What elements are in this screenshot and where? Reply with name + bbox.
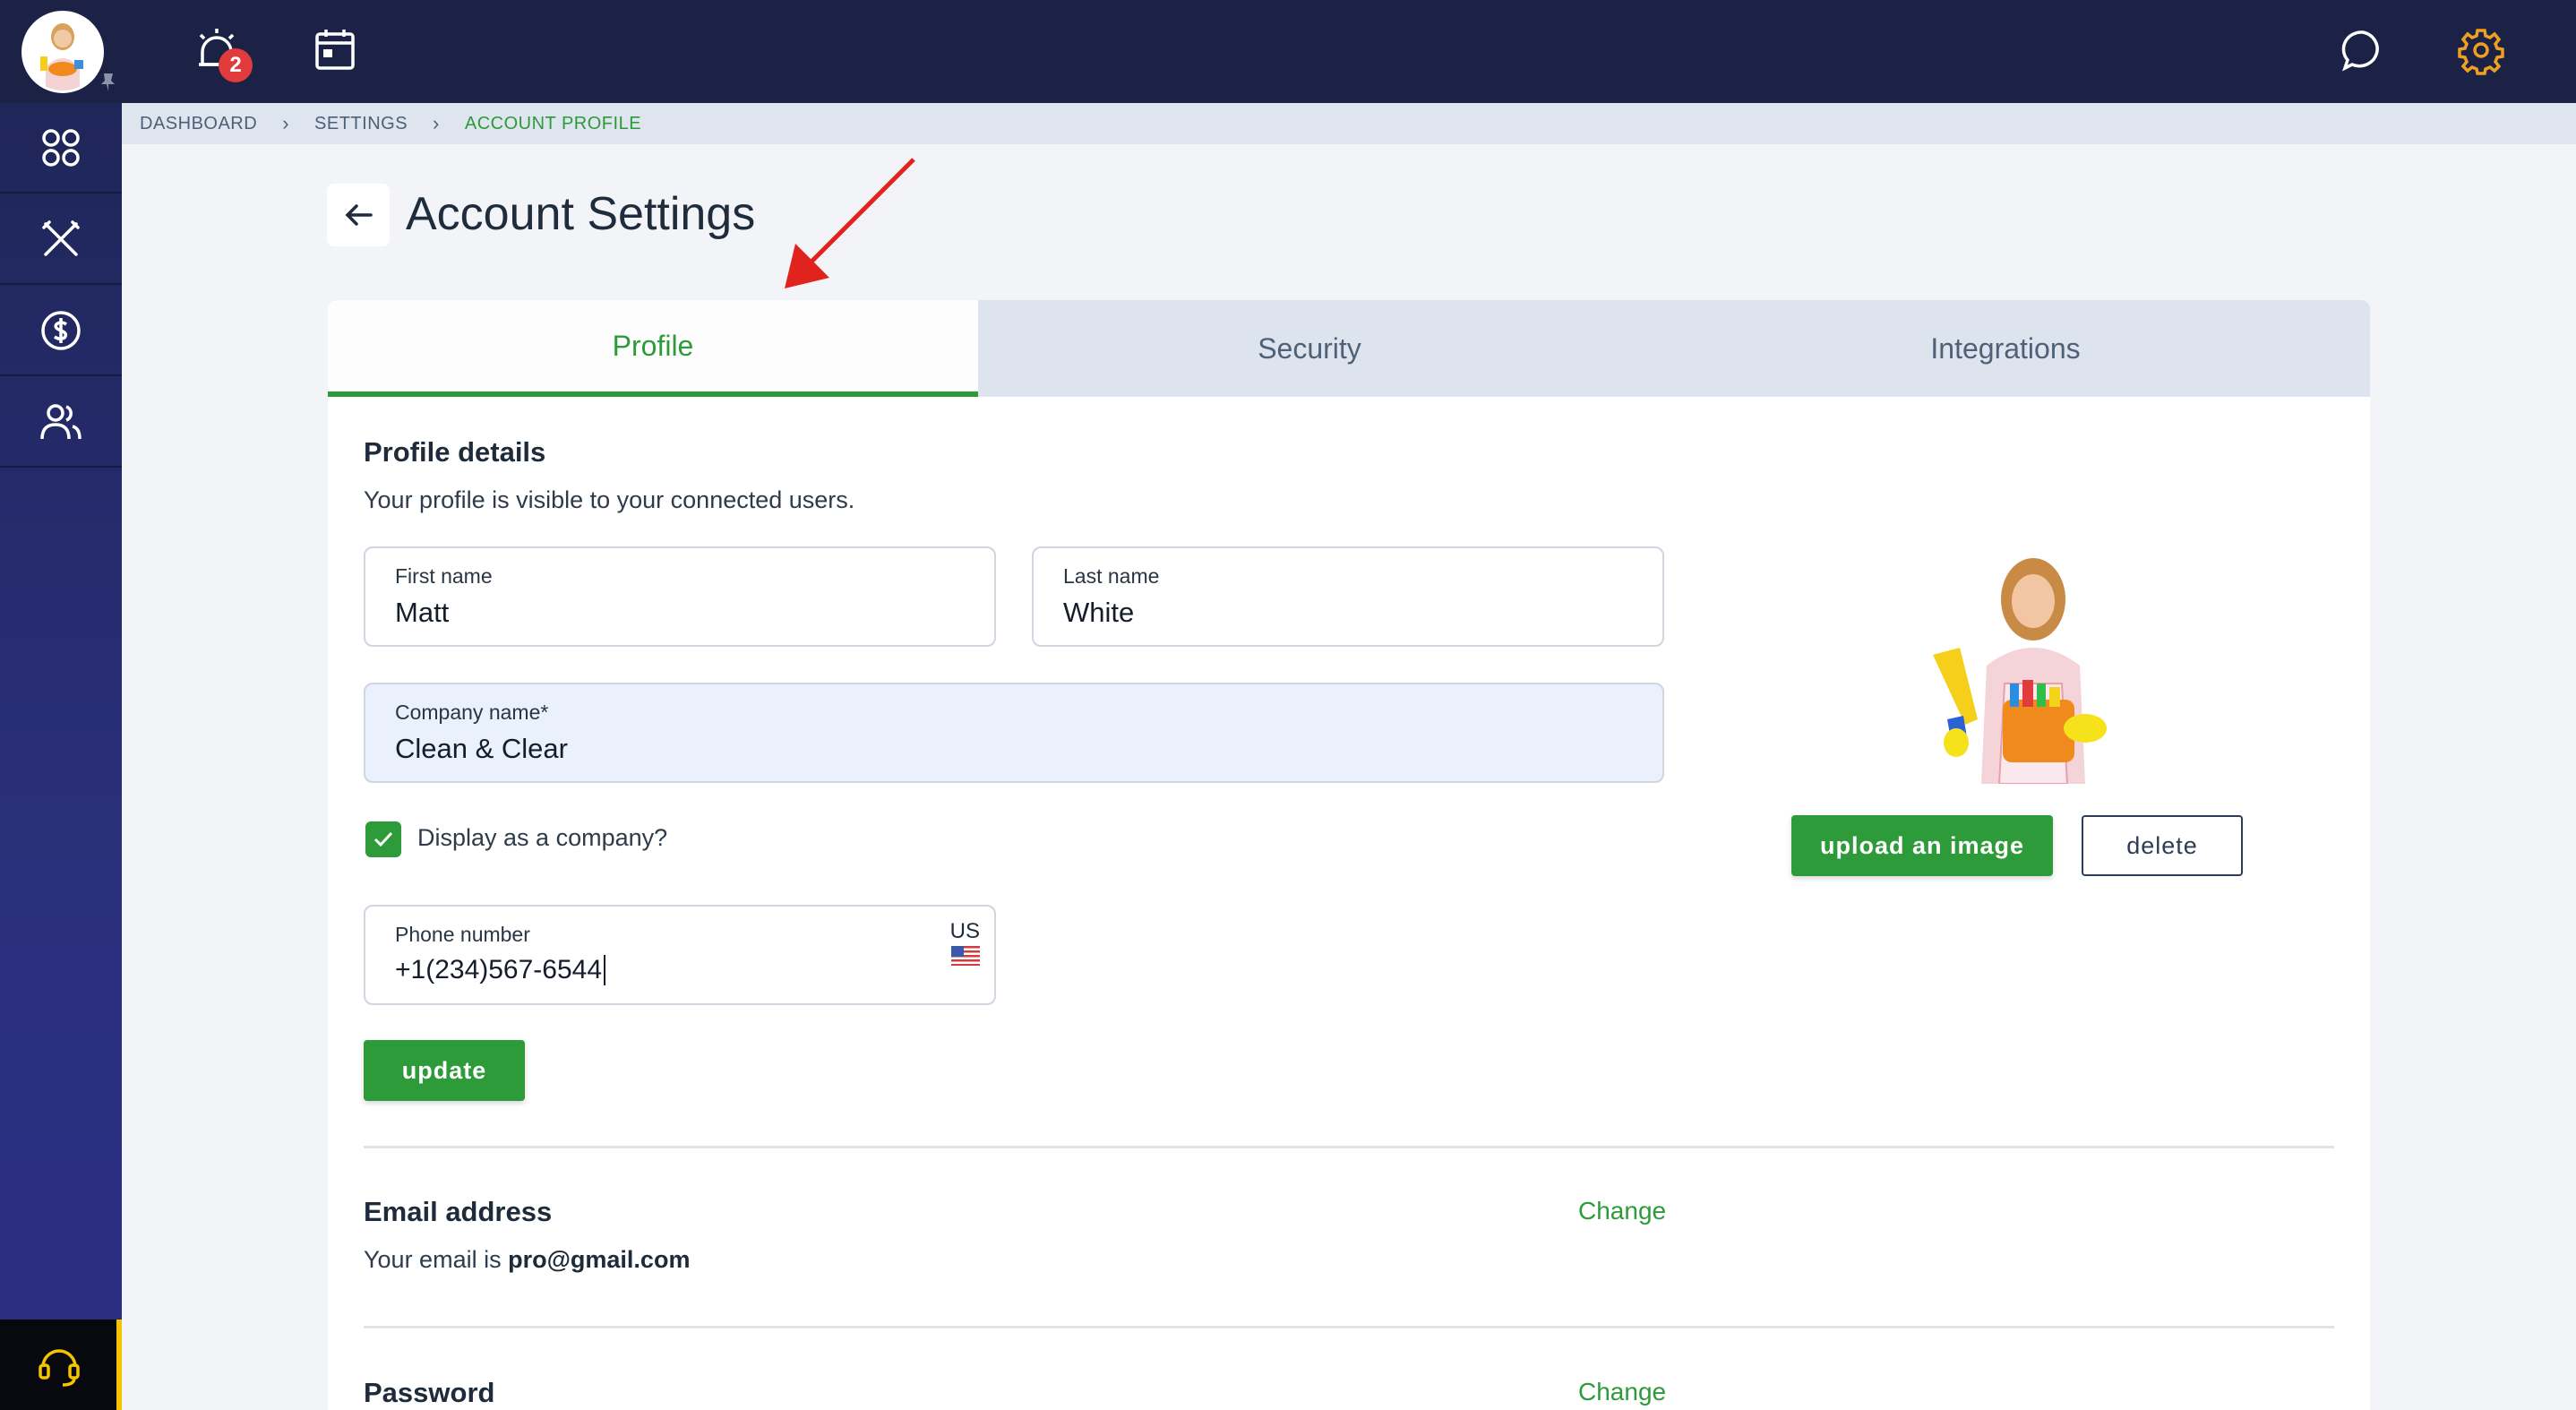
annotation-arrow-icon: [785, 158, 915, 288]
upload-image-button[interactable]: upload an image: [1791, 815, 2053, 876]
breadcrumb-dashboard[interactable]: DASHBOARD: [140, 114, 257, 134]
last-name-value: White: [1063, 597, 1135, 628]
profile-details-title: Profile details: [364, 436, 546, 468]
pin-icon[interactable]: [97, 70, 120, 93]
change-password-link[interactable]: Change: [1578, 1378, 1666, 1406]
sidebar-item-tools[interactable]: [0, 194, 122, 285]
breadcrumb-settings[interactable]: SETTINGS: [314, 114, 408, 134]
display-company-checkbox[interactable]: [365, 821, 401, 857]
email-section-title: Email address: [364, 1196, 553, 1227]
top-bar: 2: [0, 0, 2576, 103]
page-title: Account Settings: [406, 188, 756, 240]
company-name-field[interactable]: Company name* Clean & Clear: [364, 683, 1664, 783]
back-button[interactable]: [327, 184, 390, 246]
email-address: pro@gmail.com: [508, 1246, 691, 1273]
check-icon: [374, 831, 393, 847]
profile-picture: [1933, 558, 2107, 784]
tab-security[interactable]: Security: [978, 300, 1641, 397]
last-name-field[interactable]: Last name White: [1032, 546, 1664, 647]
chevron-right-icon: ›: [433, 112, 440, 134]
update-button[interactable]: update: [364, 1040, 525, 1101]
phone-number-value: +1(234)567-6544: [395, 955, 606, 985]
active-indicator: [116, 1320, 122, 1410]
gear-icon[interactable]: [2456, 25, 2506, 75]
sidebar-item-dashboard[interactable]: [0, 103, 122, 193]
display-company-label: Display as a company?: [417, 824, 668, 851]
breadcrumb-account-profile: ACCOUNT PROFILE: [464, 113, 642, 133]
email-text-prefix: Your email is: [364, 1246, 502, 1273]
users-icon: [40, 403, 82, 439]
sidebar-item-billing[interactable]: [0, 286, 122, 376]
support-button[interactable]: [0, 1320, 118, 1410]
headset-icon: [39, 1348, 80, 1387]
delete-image-button[interactable]: delete: [2082, 815, 2243, 876]
sidebar-item-users[interactable]: [0, 377, 122, 468]
tools-icon: [42, 219, 80, 256]
us-flag-icon[interactable]: [951, 946, 980, 966]
calendar-icon[interactable]: [310, 25, 360, 75]
tab-profile[interactable]: Profile: [328, 300, 978, 397]
last-name-label: Last name: [1063, 564, 1160, 588]
phone-number-label: Phone number: [395, 923, 530, 946]
phone-number-field[interactable]: Phone number +1(234)567-6544 US: [364, 905, 996, 1005]
account-settings-card: Profile Security Integrations Profile de…: [328, 300, 2370, 1410]
sidebar: [0, 103, 122, 1410]
dollar-icon: [41, 310, 81, 350]
user-avatar[interactable]: [21, 11, 104, 93]
phone-country-code[interactable]: US: [950, 919, 980, 944]
apps-icon: [42, 128, 80, 167]
divider: [364, 1146, 2334, 1148]
tab-integrations[interactable]: Integrations: [1641, 300, 2370, 397]
email-text: Your email is pro@gmail.com: [364, 1246, 690, 1274]
password-section-title: Password: [364, 1377, 495, 1408]
chat-icon[interactable]: [2338, 25, 2388, 75]
first-name-label: First name: [395, 564, 493, 588]
notification-badge: 2: [219, 48, 253, 82]
divider: [364, 1326, 2334, 1328]
profile-details-subtitle: Your profile is visible to your connecte…: [364, 486, 855, 513]
company-name-value: Clean & Clear: [395, 733, 568, 764]
tab-bar: Profile Security Integrations: [328, 300, 2370, 397]
company-name-label: Company name*: [395, 701, 549, 724]
breadcrumb: DASHBOARD › SETTINGS › ACCOUNT PROFILE: [122, 103, 2576, 144]
arrow-left-icon: [345, 204, 373, 226]
first-name-field[interactable]: First name Matt: [364, 546, 996, 647]
first-name-value: Matt: [395, 597, 450, 628]
change-email-link[interactable]: Change: [1578, 1197, 1666, 1225]
chevron-right-icon: ›: [282, 112, 290, 134]
